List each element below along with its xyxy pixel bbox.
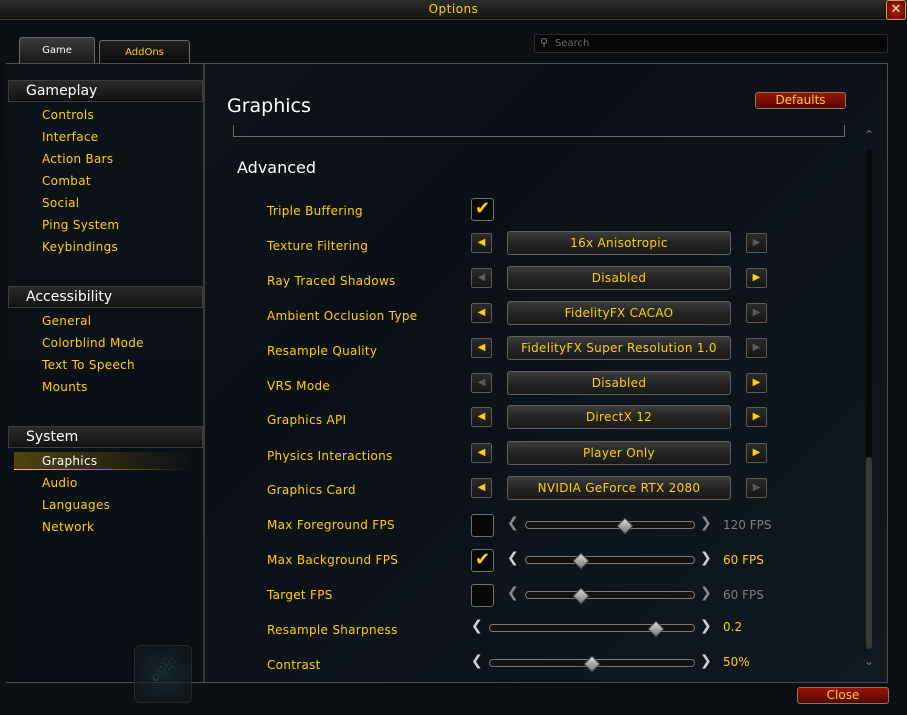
close-button[interactable]: Close <box>797 687 889 704</box>
label-resample-sharpness: Resample Sharpness <box>267 623 398 637</box>
portrait-icon: ☄ <box>134 645 192 703</box>
sidebar-item-keybindings[interactable]: Keybindings <box>42 240 118 254</box>
dropdown-graphics-card[interactable]: NVIDIA GeForce RTX 2080 <box>507 476 731 500</box>
ambient-occlusion-next-button[interactable]: ▶ <box>746 303 767 323</box>
ambient-occlusion-prev-button[interactable]: ◀ <box>471 303 492 323</box>
label-physics-interactions: Physics Interactions <box>267 449 393 463</box>
max-foreground-fps-value: 120 FPS <box>723 518 772 532</box>
resample-sharpness-value: 0.2 <box>723 620 743 634</box>
dropdown-graphics-api[interactable]: DirectX 12 <box>507 405 731 429</box>
scroll-down-icon[interactable]: ⌄ <box>862 655 876 667</box>
resample-sharpness-increase-icon[interactable]: ❯ <box>700 618 712 634</box>
sidebar-item-languages[interactable]: Languages <box>42 498 110 512</box>
label-ambient-occlusion: Ambient Occlusion Type <box>267 309 418 323</box>
page-title: Graphics <box>227 95 311 117</box>
category-header-system[interactable]: System <box>8 426 203 448</box>
tab-addons[interactable]: AddOns <box>99 40 190 63</box>
dropdown-texture-filtering[interactable]: 16x Anisotropic <box>507 231 731 255</box>
ray-traced-shadows-next-button[interactable]: ▶ <box>746 268 767 288</box>
graphics-card-next-button[interactable]: ▶ <box>746 478 767 498</box>
label-resample-quality: Resample Quality <box>267 344 378 358</box>
graphics-card-prev-button[interactable]: ◀ <box>471 478 492 498</box>
sidebar-item-controls[interactable]: Controls <box>42 108 94 122</box>
sidebar-item-colorblind-mode[interactable]: Colorblind Mode <box>42 336 144 350</box>
scroll-up-icon[interactable]: ⌃ <box>862 129 876 141</box>
category-header-accessibility[interactable]: Accessibility <box>8 286 203 308</box>
scroll-thumb[interactable] <box>866 457 872 649</box>
max-foreground-fps-decrease-icon[interactable]: ❮ <box>507 515 519 531</box>
sidebar-item-social[interactable]: Social <box>42 196 79 210</box>
sidebar-item-action-bars[interactable]: Action Bars <box>42 152 113 166</box>
target-fps-decrease-icon[interactable]: ❮ <box>507 585 519 601</box>
vrs-mode-next-button[interactable]: ▶ <box>746 373 767 393</box>
target-fps-increase-icon[interactable]: ❯ <box>700 585 712 601</box>
ray-traced-shadows-prev-button[interactable]: ◀ <box>471 268 492 288</box>
max-foreground-fps-slider[interactable] <box>525 521 695 529</box>
dropdown-physics-interactions[interactable]: Player Only <box>507 441 731 465</box>
dropdown-ray-traced-shadows[interactable]: Disabled <box>507 266 731 290</box>
window-titlebar: Options <box>0 0 907 20</box>
label-graphics-card: Graphics Card <box>267 483 356 497</box>
sidebar-item-audio[interactable]: Audio <box>42 476 78 490</box>
max-background-fps-decrease-icon[interactable]: ❮ <box>507 550 519 566</box>
resample-sharpness-decrease-icon[interactable]: ❮ <box>471 618 483 634</box>
contrast-increase-icon[interactable]: ❯ <box>700 653 712 669</box>
label-graphics-api: Graphics API <box>267 413 347 427</box>
search-input[interactable] <box>555 36 875 50</box>
target-fps-value: 60 FPS <box>723 588 764 602</box>
resample-quality-prev-button[interactable]: ◀ <box>471 338 492 358</box>
search-icon: ⚲ <box>540 36 549 49</box>
checkbox-target-fps[interactable] <box>471 584 494 607</box>
sidebar-item-network[interactable]: Network <box>42 520 94 534</box>
max-foreground-fps-increase-icon[interactable]: ❯ <box>700 515 712 531</box>
contrast-value: 50% <box>723 655 750 669</box>
vrs-mode-prev-button[interactable]: ◀ <box>471 373 492 393</box>
sidebar-item-text-to-speech[interactable]: Text To Speech <box>42 358 135 372</box>
texture-filtering-prev-button[interactable]: ◀ <box>471 233 492 253</box>
label-vrs-mode: VRS Mode <box>267 379 331 393</box>
dropdown-ambient-occlusion[interactable]: FidelityFX CACAO <box>507 301 731 325</box>
label-contrast: Contrast <box>267 658 321 672</box>
window-title: Options <box>428 2 479 16</box>
label-max-foreground-fps: Max Foreground FPS <box>267 518 395 532</box>
max-background-fps-slider[interactable] <box>525 556 695 564</box>
defaults-button[interactable]: Defaults <box>755 92 846 109</box>
graphics-api-next-button[interactable]: ▶ <box>746 407 767 427</box>
close-icon[interactable]: ✕ <box>886 0 906 20</box>
category-header-gameplay[interactable]: Gameplay <box>8 80 203 102</box>
search-box: ⚲ <box>534 34 888 53</box>
sidebar-item-combat[interactable]: Combat <box>42 174 91 188</box>
dropdown-resample-quality[interactable]: FidelityFX Super Resolution 1.0 <box>507 336 731 360</box>
sidebar-item-graphics[interactable]: Graphics <box>14 452 194 470</box>
section-title-advanced: Advanced <box>237 158 317 177</box>
graphics-api-prev-button[interactable]: ◀ <box>471 407 492 427</box>
max-background-fps-value: 60 FPS <box>723 553 764 567</box>
checkbox-max-foreground-fps[interactable] <box>471 514 494 537</box>
max-background-fps-increase-icon[interactable]: ❯ <box>700 550 712 566</box>
texture-filtering-next-button[interactable]: ▶ <box>746 233 767 253</box>
label-texture-filtering: Texture Filtering <box>267 239 369 253</box>
sidebar-item-ping-system[interactable]: Ping System <box>42 218 119 232</box>
label-triple-buffering: Triple Buffering <box>267 204 363 218</box>
contrast-decrease-icon[interactable]: ❮ <box>471 653 483 669</box>
tab-game[interactable]: Game <box>19 37 95 63</box>
target-fps-slider[interactable] <box>525 591 695 599</box>
dropdown-vrs-mode[interactable]: Disabled <box>507 371 731 395</box>
scrollbar[interactable]: ⌃ ⌄ <box>862 127 876 672</box>
checkbox-max-background-fps[interactable]: ✔ <box>471 549 494 572</box>
sidebar-item-general[interactable]: General <box>42 314 91 328</box>
collapsed-section <box>233 125 845 137</box>
physics-interactions-prev-button[interactable]: ◀ <box>471 443 492 463</box>
sidebar-item-interface[interactable]: Interface <box>42 130 98 144</box>
resample-quality-next-button[interactable]: ▶ <box>746 338 767 358</box>
label-max-background-fps: Max Background FPS <box>267 553 399 567</box>
sidebar: Gameplay Controls Interface Action Bars … <box>6 64 205 682</box>
label-ray-traced-shadows: Ray Traced Shadows <box>267 274 396 288</box>
label-target-fps: Target FPS <box>267 588 333 602</box>
sidebar-item-mounts[interactable]: Mounts <box>42 380 88 394</box>
physics-interactions-next-button[interactable]: ▶ <box>746 443 767 463</box>
checkbox-triple-buffering[interactable]: ✔ <box>471 198 494 221</box>
